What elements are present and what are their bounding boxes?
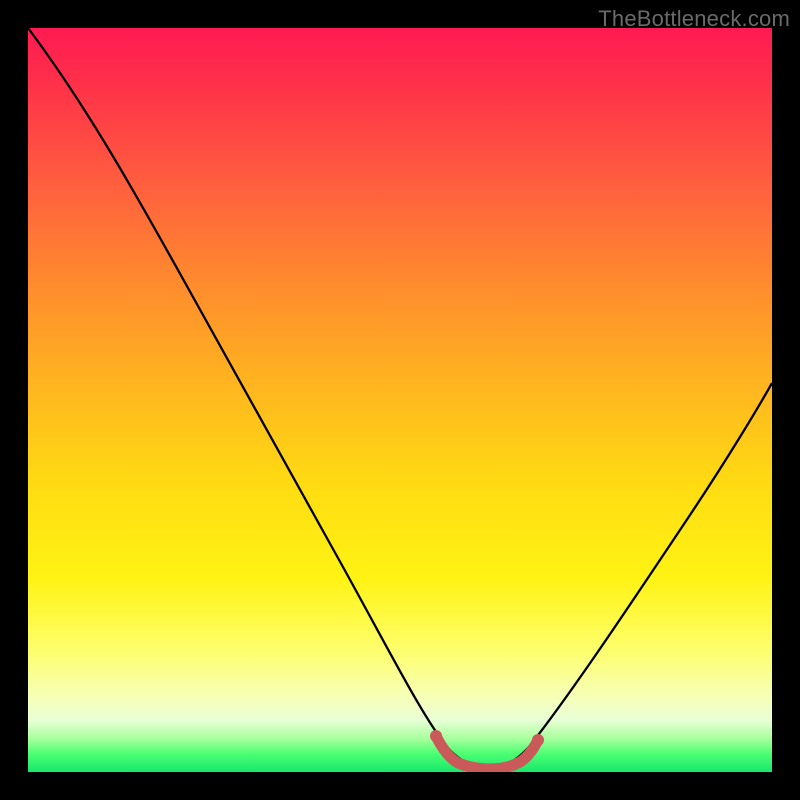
watermark-text: TheBottleneck.com xyxy=(598,6,790,32)
chart-outer-frame: TheBottleneck.com xyxy=(0,0,800,800)
bottleneck-curve xyxy=(28,28,772,768)
chart-svg-layer xyxy=(28,28,772,772)
optimal-zone-marker-end xyxy=(532,734,544,746)
optimal-zone-marker-start xyxy=(430,730,442,742)
chart-plot-area xyxy=(28,28,772,772)
